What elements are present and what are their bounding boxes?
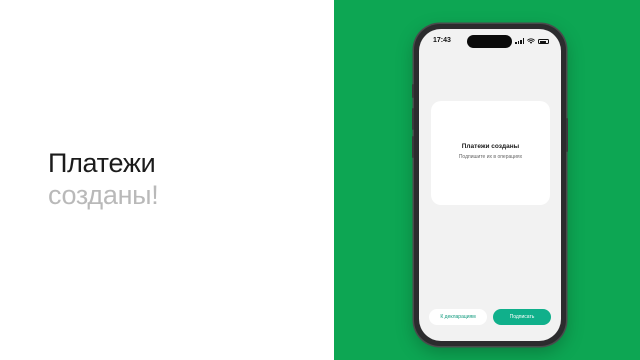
card-title: Платежи созданы [461,143,520,150]
phone-side-button [412,84,414,98]
phone-volume-up-button [412,108,414,130]
bottom-buttons: К декларациям Подписать [429,309,551,325]
wifi-icon [527,38,535,44]
phone-power-button [566,118,568,152]
phone-volume-down-button [412,136,414,158]
cellular-signal-icon [515,38,524,44]
battery-level [539,40,546,43]
slide: Платежи созданы! 17:43 Платежи созданы П… [0,0,640,360]
phone-mockup: 17:43 Платежи созданы Подпишите их в опе… [412,24,568,346]
headline: Платежи созданы! [48,147,159,211]
dynamic-island [467,35,512,48]
headline-line-1: Платежи [48,148,156,178]
status-time: 17:43 [433,37,451,44]
battery-icon [538,39,549,44]
left-panel: Платежи созданы! [0,0,334,360]
sign-button[interactable]: Подписать [493,309,551,325]
card-subtitle: Подпишите их в операциях [458,154,523,160]
status-icons [515,37,549,44]
phone-screen: 17:43 Платежи созданы Подпишите их в опе… [419,29,561,341]
to-declarations-button[interactable]: К декларациям [429,309,487,325]
headline-line-2: созданы! [48,180,159,210]
status-bar: 17:43 [419,29,561,51]
success-card: Платежи созданы Подпишите их в операциях [431,101,550,205]
right-panel: 17:43 Платежи созданы Подпишите их в опе… [334,0,640,360]
